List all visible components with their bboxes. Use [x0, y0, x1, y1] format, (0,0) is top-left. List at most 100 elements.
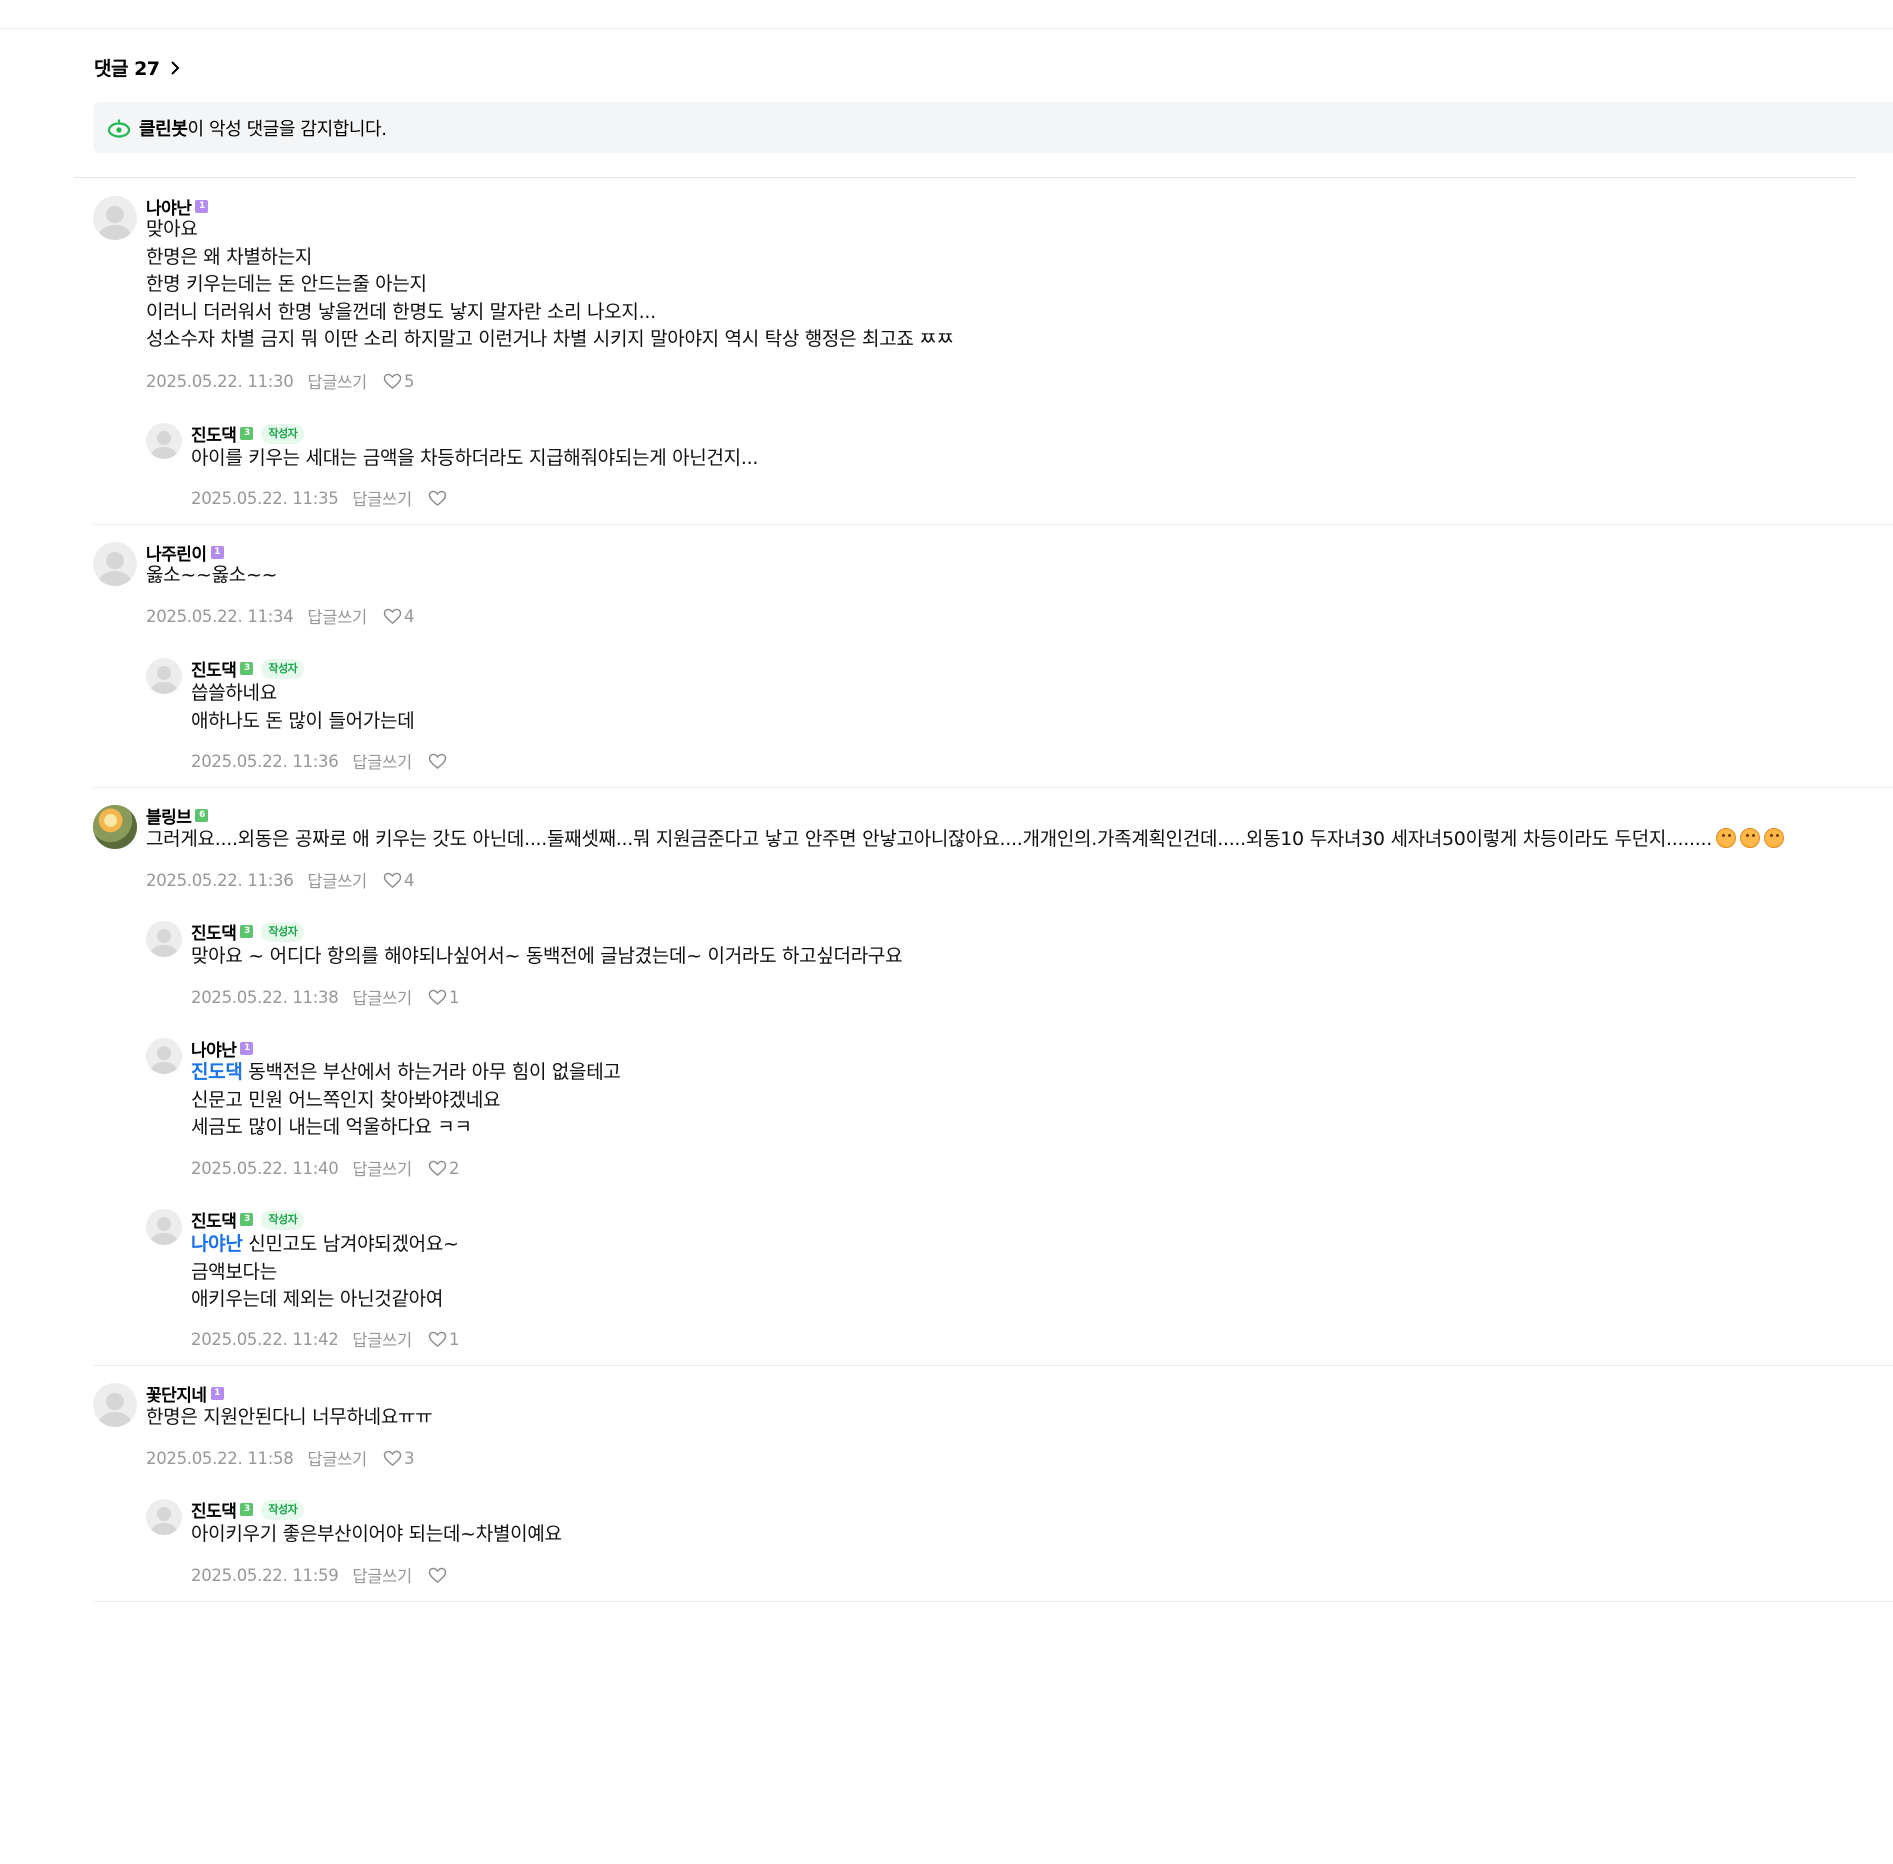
level-badge-icon: 3 [240, 1213, 254, 1226]
comment-text: 씁쓸하네요 애하나도 돈 많이 들어가는데 [191, 680, 415, 735]
like-button[interactable]: 1 [428, 1330, 459, 1349]
comment-line-text: 아이를 키우는 세대는 금액을 차등하더라도 지급해줘야되는게 아닌건지... [191, 447, 759, 469]
reply-button[interactable]: 답글쓰기 [352, 486, 412, 510]
flushed-face-emoji-icon [1763, 828, 1784, 848]
nickname[interactable]: 진도댁 [191, 1207, 237, 1232]
like-count: 1 [448, 987, 460, 1007]
nickname[interactable]: 진도댁 [191, 1497, 237, 1522]
like-button[interactable]: 4 [383, 607, 414, 626]
cleanbot-notice: 클린봇이 악성 댓글을 감지합니다. [93, 102, 1893, 153]
author-badge: 작성자 [261, 1209, 305, 1230]
like-button[interactable] [428, 753, 449, 770]
nickname-row: 진도댁 3 작성자 [191, 421, 305, 446]
comment-line-text: 성소수자 차별 금지 뭐 이딴 소리 하지말고 이런거나 차별 시키지 말아야지… [146, 328, 954, 350]
comment-line: 한명 키우는데는 돈 안드는줄 아는지 [146, 271, 954, 299]
comment-line-text: 애키우는데 제외는 아닌것같아여 [191, 1288, 444, 1310]
nickname-row: 꽃단지네 1 [146, 1381, 224, 1406]
avatar[interactable] [93, 196, 137, 240]
comment-line-text: 한명은 왜 차별하는지 [146, 245, 313, 268]
level-badge-icon: 3 [240, 1503, 254, 1516]
heart-icon [383, 608, 402, 625]
level-badge-icon: 6 [195, 809, 209, 822]
comment-date: 2025.05.22. 11:58 [146, 1448, 294, 1468]
avatar[interactable] [93, 542, 137, 586]
comment-meta: 2025.05.22. 11:34 답글쓰기 4 [146, 604, 414, 628]
avatar[interactable] [146, 1499, 182, 1535]
flushed-face-emoji-icon [1739, 828, 1760, 848]
mention-link[interactable]: 나야난 [191, 1233, 243, 1255]
level-badge-icon: 1 [195, 200, 209, 213]
comment-meta: 2025.05.22. 11:38 답글쓰기 1 [191, 985, 459, 1009]
heart-icon [428, 490, 447, 507]
comment-line-text: 신문고 민원 어느쪽인지 찾아봐야겠네요 [191, 1088, 501, 1111]
reply-button[interactable]: 답글쓰기 [307, 868, 367, 892]
like-button[interactable] [428, 490, 449, 507]
comment-line: 진도댁 동백전은 부산에서 하는거라 아무 힘이 없을테고 [191, 1059, 621, 1087]
avatar[interactable] [146, 1038, 182, 1074]
comment-line: 성소수자 차별 금지 뭐 이딴 소리 하지말고 이런거나 차별 시키지 말아야지… [146, 326, 954, 354]
comment-text: 진도댁 동백전은 부산에서 하는거라 아무 힘이 없을테고 신문고 민원 어느쪽인… [191, 1059, 621, 1142]
avatar[interactable] [146, 1209, 182, 1245]
nickname[interactable]: 진도댁 [191, 919, 237, 944]
comment-meta: 2025.05.22. 11:59 답글쓰기 [191, 1563, 449, 1587]
nickname[interactable]: 진도댁 [191, 421, 237, 446]
heart-icon [428, 989, 447, 1006]
avatar[interactable] [146, 658, 182, 694]
cleanbot-icon [107, 119, 131, 138]
comment-line: 그러게요....외동은 공짜로 애 키우는 갓도 아닌데....둘째셋째...뭐… [146, 826, 1784, 854]
like-button[interactable]: 3 [383, 1449, 414, 1468]
reply-button[interactable]: 답글쓰기 [352, 1563, 412, 1587]
like-button[interactable] [428, 1567, 449, 1584]
heart-icon [383, 872, 402, 889]
like-button[interactable]: 1 [428, 988, 459, 1007]
nickname[interactable]: 꽃단지네 [146, 1381, 207, 1406]
avatar[interactable] [93, 805, 137, 849]
nickname-row: 진도댁 3 작성자 [191, 1497, 305, 1522]
like-count: 5 [403, 371, 415, 391]
reply-button[interactable]: 답글쓰기 [352, 1327, 412, 1351]
comment-date: 2025.05.22. 11:38 [191, 987, 339, 1007]
top-divider [0, 28, 1893, 29]
mention-link[interactable]: 진도댁 [191, 1061, 243, 1083]
comment-line: 맞아요 ~ 어디다 항의를 해야되나싶어서~ 동백전에 글남겼는데~ 이거라도 … [191, 943, 903, 971]
reply-button[interactable]: 답글쓰기 [307, 604, 367, 628]
reply-button[interactable]: 답글쓰기 [307, 369, 367, 393]
avatar[interactable] [146, 921, 182, 957]
comment-count-header[interactable]: 댓글 27 [94, 54, 182, 81]
like-button[interactable]: 2 [428, 1159, 459, 1178]
comment-line: 씁쓸하네요 [191, 680, 414, 708]
comment-line-text: 한명은 지원안된다니 너무하네요ㅠㅠ [146, 1406, 433, 1428]
nickname-row: 나야난 1 [191, 1036, 254, 1061]
reply-button[interactable]: 답글쓰기 [352, 1156, 412, 1180]
comment-divider [93, 1365, 1893, 1366]
avatar[interactable] [93, 1383, 137, 1427]
comment-meta: 2025.05.22. 11:58 답글쓰기 3 [146, 1446, 414, 1470]
reply-button[interactable]: 답글쓰기 [352, 985, 412, 1009]
heart-icon [383, 1450, 402, 1467]
comment-line-text: 그러게요....외동은 공짜로 애 키우는 갓도 아닌데....둘째셋째...뭐… [146, 828, 1712, 850]
reply-button[interactable]: 답글쓰기 [352, 749, 412, 773]
like-count: 3 [403, 1448, 415, 1468]
reply-button[interactable]: 답글쓰기 [307, 1446, 367, 1470]
comment-line-text: 옳소~~옳소~~ [146, 564, 278, 586]
nickname[interactable]: 진도댁 [191, 656, 237, 681]
nickname[interactable]: 나야난 [191, 1036, 237, 1061]
comment-line-text: 동백전은 부산에서 하는거라 아무 힘이 없을테고 [248, 1061, 621, 1083]
comment-divider [93, 787, 1893, 788]
comment-count-title: 댓글 27 [94, 58, 160, 80]
nickname[interactable]: 블링브 [146, 803, 192, 828]
like-button[interactable]: 4 [383, 871, 414, 890]
comment-line: 애키우는데 제외는 아닌것같아여 [191, 1286, 459, 1314]
comment-meta: 2025.05.22. 11:42 답글쓰기 1 [191, 1327, 459, 1351]
level-badge-icon: 3 [240, 427, 254, 440]
avatar[interactable] [146, 423, 182, 459]
comment-line: 이러니 더러워서 한명 낳을껀데 한명도 낳지 말자란 소리 나오지... [146, 299, 954, 327]
like-button[interactable]: 5 [383, 372, 414, 391]
comment-line-text: 씁쓸하네요 [191, 682, 277, 704]
comment-line: 신문고 민원 어느쪽인지 찾아봐야겠네요 [191, 1087, 621, 1115]
cleanbot-message: 이 악성 댓글을 감지합니다. [187, 118, 387, 140]
heart-icon [428, 1331, 447, 1348]
author-badge: 작성자 [261, 423, 305, 444]
level-badge-icon: 3 [240, 662, 254, 675]
comment-line-text: 금액보다는 [191, 1260, 277, 1283]
